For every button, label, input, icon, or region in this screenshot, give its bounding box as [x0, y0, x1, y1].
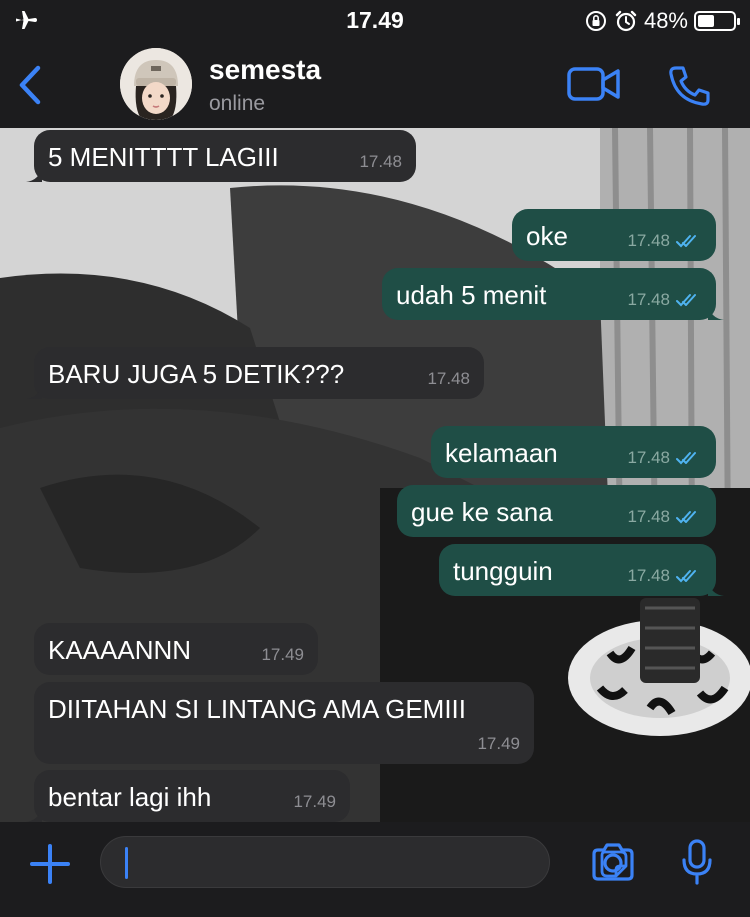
message-time: 17.49	[477, 734, 520, 753]
outgoing-message-bubble[interactable]: oke 17.48	[512, 209, 716, 261]
outgoing-message-bubble[interactable]: udah 5 menit 17.48	[382, 268, 724, 320]
message-time: 17.48	[627, 231, 670, 250]
incoming-message-bubble[interactable]: DIITAHAN SI LINTANG AMA GEMIII 17.49	[34, 682, 534, 764]
bubble-tail	[26, 383, 42, 399]
bubble-tail	[708, 304, 724, 320]
message-text: kelamaan	[445, 438, 558, 468]
message-meta: 17.49	[293, 793, 336, 810]
status-right-group: 48%	[584, 8, 740, 34]
message-meta: 17.49	[477, 735, 520, 752]
message-text: tungguin	[453, 556, 553, 586]
bubble-tail	[26, 166, 42, 182]
read-receipt-icon	[676, 569, 696, 582]
bubble-tail	[708, 580, 724, 596]
battery-icon	[694, 11, 740, 31]
bubble-tail	[26, 806, 42, 822]
message-time: 17.49	[293, 792, 336, 811]
camera-icon[interactable]	[590, 842, 636, 882]
outgoing-message-bubble[interactable]: gue ke sana 17.48	[397, 485, 716, 537]
message-time: 17.48	[427, 369, 470, 388]
message-time: 17.48	[627, 507, 670, 526]
contact-name[interactable]: semesta	[209, 54, 321, 86]
plus-icon[interactable]	[28, 842, 72, 886]
message-text: oke	[526, 221, 568, 251]
outgoing-message-bubble[interactable]: tungguin 17.48	[439, 544, 724, 596]
outgoing-message-bubble[interactable]: kelamaan 17.48	[431, 426, 716, 478]
message-meta: 17.48	[627, 567, 702, 584]
video-call-icon[interactable]	[566, 64, 622, 104]
status-bar: 17.49 48%	[0, 0, 750, 42]
message-text: udah 5 menit	[396, 280, 547, 310]
message-text: gue ke sana	[411, 497, 553, 527]
message-meta: 17.48	[359, 153, 402, 170]
incoming-message-bubble[interactable]: 5 MENITTTT LAGIII 17.48	[26, 130, 416, 182]
message-text: BARU JUGA 5 DETIK???	[48, 359, 345, 389]
message-meta: 17.48	[627, 508, 702, 525]
message-text: KAAAANNN	[48, 635, 192, 665]
message-input[interactable]	[119, 845, 479, 881]
message-input-field[interactable]	[100, 836, 628, 888]
message-text: 5 MENITTTT LAGIII	[48, 142, 279, 172]
microphone-icon[interactable]	[680, 838, 714, 886]
orientation-lock-icon	[585, 11, 606, 31]
message-meta: 17.48	[627, 291, 702, 308]
message-time: 17.48	[627, 448, 670, 467]
message-text: DIITAHAN SI LINTANG AMA GEMIII	[48, 694, 466, 724]
avatar[interactable]	[120, 48, 192, 120]
incoming-message-bubble[interactable]: BARU JUGA 5 DETIK??? 17.48	[26, 347, 484, 399]
message-time: 17.48	[627, 566, 670, 585]
read-receipt-icon	[676, 510, 696, 523]
message-time: 17.48	[359, 152, 402, 171]
contact-status: online	[209, 92, 266, 115]
read-receipt-icon	[676, 293, 696, 306]
message-time: 17.49	[261, 645, 304, 664]
battery-percentage: 48%	[643, 8, 688, 33]
message-meta: 17.48	[627, 232, 702, 249]
alarm-icon	[615, 10, 637, 32]
message-meta: 17.48	[627, 449, 702, 466]
incoming-message-bubble[interactable]: KAAAANNN 17.49	[34, 623, 318, 675]
chat-header: semesta online	[0, 42, 750, 128]
back-chevron-icon[interactable]	[14, 64, 46, 106]
read-receipt-icon	[676, 234, 696, 247]
incoming-message-bubble[interactable]: bentar lagi ihh 17.49	[26, 770, 350, 822]
chat-area[interactable]: 5 MENITTTT LAGIII 17.48 oke 17.48 udah 5 men…	[0, 128, 750, 822]
battery-level	[698, 15, 715, 27]
phone-icon[interactable]	[666, 64, 712, 108]
read-receipt-icon	[676, 451, 696, 464]
message-meta: 17.48	[427, 370, 470, 387]
input-bar	[0, 822, 750, 917]
message-text: bentar lagi ihh	[48, 782, 212, 812]
message-meta: 17.49	[261, 646, 304, 663]
message-time: 17.48	[627, 290, 670, 309]
